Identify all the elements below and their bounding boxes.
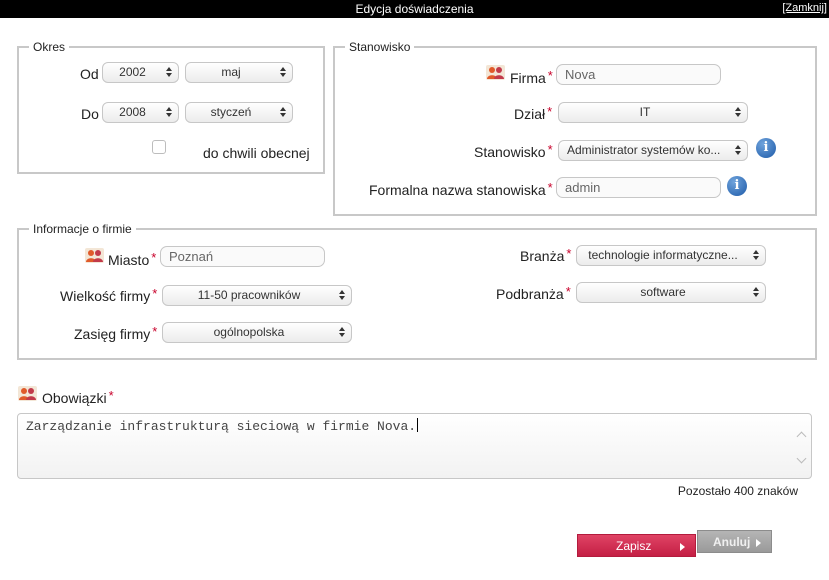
to-year-select[interactable]: 2008 [102,102,179,123]
text-caret [417,418,419,432]
info-icon[interactable]: i [727,176,747,196]
company-size-value: 11-50 pracowników [197,288,301,302]
current-label: do chwili obecnej [203,145,310,161]
company-size-label: Wielkość firmy * [60,286,158,304]
play-arrow-icon [756,539,761,547]
close-link[interactable]: [Zamknij] [782,2,827,14]
formal-title-label: Formalna nazwa stanowiska * [369,180,553,198]
city-input[interactable]: Poznań [160,246,325,267]
info-icon[interactable]: i [756,138,776,158]
to-month-value: styczeń [210,105,252,119]
people-icon [486,65,505,80]
select-arrows-icon [339,327,345,338]
select-arrows-icon [339,290,345,301]
company-reach-value: ogólnopolska [213,325,285,339]
from-year-value: 2002 [119,65,146,79]
industry-label: Branża * [520,246,572,264]
select-arrows-icon [735,145,741,156]
duties-text: Zarządzanie infrastrukturą sieciową w fi… [26,418,419,434]
company-label: Firma * [510,68,553,86]
from-year-select[interactable]: 2002 [102,62,179,83]
people-icon [85,248,104,263]
position-select[interactable]: Administrator systemów ko... [558,140,748,161]
company-info-legend: Informacje o firmie [33,222,132,236]
select-arrows-icon [735,107,741,118]
required-mark: * [151,250,157,265]
position-label: Stanowisko * [474,142,553,160]
formal-title-input[interactable]: admin [556,177,721,198]
duties-label: Obowiązki * [42,388,114,406]
save-button-label: Zapisz [616,539,652,553]
cancel-button-label: Anuluj [713,535,751,549]
select-arrows-icon [280,67,286,78]
position-value: Administrator systemów ko... [567,143,721,157]
company-size-select[interactable]: 11-50 pracowników [162,285,352,306]
from-month-select[interactable]: maj [185,62,293,83]
company-reach-select[interactable]: ogólnopolska [162,322,352,343]
title-bar: Edycja doświadczenia [Zamknij] [0,0,829,18]
select-arrows-icon [280,107,286,118]
cancel-button[interactable]: Anuluj [697,530,772,553]
required-mark: * [547,68,553,83]
select-arrows-icon [166,67,172,78]
scroll-down-icon[interactable] [797,456,807,464]
select-arrows-icon [166,107,172,118]
to-label: Do [81,106,99,122]
duties-textarea[interactable]: Zarządzanie infrastrukturą sieciową w fi… [17,413,812,479]
select-arrows-icon [753,287,759,298]
people-icon [18,386,37,401]
industry-value: technologie informatyczne... [588,248,738,262]
subindustry-select[interactable]: software [576,282,766,303]
to-year-value: 2008 [119,105,146,119]
department-label: Dział * [514,104,553,122]
period-legend: Okres [33,40,66,54]
company-input[interactable]: Nova [556,64,721,85]
required-mark: * [565,284,571,299]
from-label: Od [80,66,99,82]
play-arrow-icon [680,543,685,551]
required-mark: * [152,324,158,339]
window-title: Edycja doświadczenia [355,2,474,16]
scroll-up-icon[interactable] [797,430,807,438]
to-month-select[interactable]: styczeń [185,102,293,123]
required-mark: * [108,388,114,403]
required-mark: * [566,246,572,261]
current-checkbox[interactable] [152,140,166,154]
remaining-characters: Pozostało 400 znaków [677,484,798,498]
required-mark: * [152,286,158,301]
city-label: Miasto * [108,250,157,268]
position-legend: Stanowisko [349,40,411,54]
department-value: IT [639,105,651,119]
select-arrows-icon [753,250,759,261]
required-mark: * [547,180,553,195]
required-mark: * [547,142,553,157]
required-mark: * [547,104,553,119]
department-select[interactable]: IT [558,102,748,123]
subindustry-label: Podbranża * [496,284,571,302]
company-reach-label: Zasięg firmy * [74,324,158,342]
from-month-value: maj [221,65,241,79]
subindustry-value: software [640,285,686,299]
save-button[interactable]: Zapisz [577,534,696,557]
industry-select[interactable]: technologie informatyczne... [576,245,766,266]
